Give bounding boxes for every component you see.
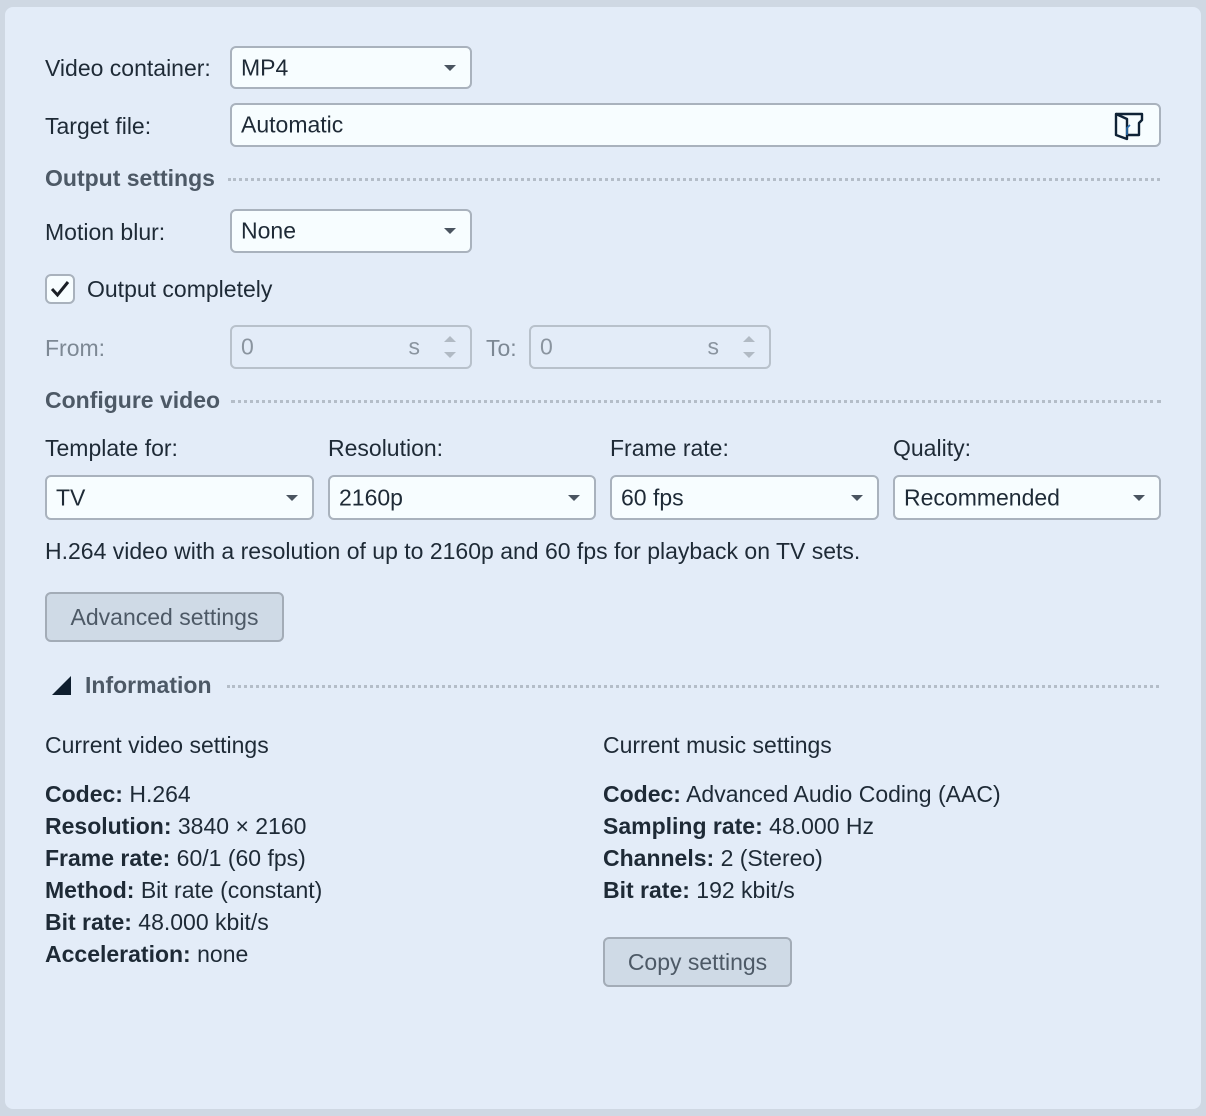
- info-row: Codec: H.264: [45, 781, 191, 808]
- info-value: 48.000 kbit/s: [138, 909, 269, 935]
- from-unit: s: [408, 333, 421, 360]
- info-value: Bit rate (constant): [140, 877, 323, 903]
- from-value: 0: [241, 333, 254, 360]
- info-value: 2 (Stereo): [720, 845, 823, 871]
- quality-label: Quality:: [893, 435, 971, 461]
- info-row: Bit rate: 48.000 kbit/s: [45, 909, 269, 936]
- info-value: none: [197, 941, 249, 967]
- motion-blur-label: Motion blur:: [45, 219, 166, 245]
- chevron-down-icon: [444, 228, 456, 234]
- template-description: H.264 video with a resolution of up to 2…: [45, 538, 861, 564]
- info-key: Acceleration:: [45, 941, 191, 967]
- folder-open-icon[interactable]: [1113, 110, 1145, 148]
- info-key: Sampling rate:: [603, 813, 763, 839]
- from-spinbox[interactable]: 0 s: [230, 325, 472, 369]
- info-row: Frame rate: 60/1 (60 fps): [45, 845, 306, 872]
- frame-rate-value: 60 fps: [621, 484, 684, 510]
- music-settings-heading: Current music settings: [603, 732, 832, 758]
- checkmark-icon: [50, 281, 70, 298]
- info-key: Method:: [45, 877, 135, 903]
- motion-blur-select[interactable]: None: [230, 209, 472, 253]
- frame-rate-label: Frame rate:: [610, 435, 729, 461]
- spin-down-icon[interactable]: [444, 352, 456, 358]
- chevron-down-icon: [1133, 494, 1145, 501]
- info-value: 48.000 Hz: [769, 813, 875, 839]
- chevron-down-icon: [286, 494, 298, 501]
- target-file-field[interactable]: Automatic: [230, 103, 1161, 147]
- template-for-select[interactable]: TV: [45, 475, 314, 520]
- resolution-value: 2160p: [339, 484, 403, 510]
- motion-blur-value: None: [241, 217, 296, 244]
- spin-up-icon[interactable]: [444, 336, 456, 342]
- info-row: Acceleration: none: [45, 941, 248, 968]
- from-label: From:: [45, 335, 106, 361]
- to-unit: s: [707, 333, 720, 360]
- info-key: Bit rate:: [45, 909, 132, 935]
- video-settings-heading: Current video settings: [45, 732, 269, 758]
- to-spinbox[interactable]: 0 s: [529, 325, 771, 369]
- info-key: Channels:: [603, 845, 715, 871]
- to-value: 0: [540, 333, 553, 360]
- info-row: Sampling rate: 48.000 Hz: [603, 813, 874, 840]
- output-settings-title: Output settings: [45, 165, 215, 191]
- configure-video-title: Configure video: [45, 387, 221, 413]
- target-file-label: Target file:: [45, 113, 152, 139]
- video-container-value: MP4: [241, 54, 289, 80]
- output-completely-label[interactable]: Output completely: [87, 276, 272, 303]
- chevron-down-icon: [568, 494, 580, 501]
- spin-up-icon[interactable]: [743, 336, 755, 342]
- target-file-value: Automatic: [241, 111, 344, 138]
- video-container-select[interactable]: MP4: [230, 46, 472, 89]
- info-key: Frame rate:: [45, 845, 171, 871]
- info-row: Method: Bit rate (constant): [45, 877, 322, 904]
- information-title[interactable]: Information: [85, 672, 212, 699]
- info-row: Channels: 2 (Stereo): [603, 845, 823, 872]
- quality-select[interactable]: Recommended: [893, 475, 1161, 520]
- copy-settings-button[interactable]: Copy settings: [603, 937, 792, 987]
- info-row: Resolution: 3840 × 2160: [45, 813, 306, 840]
- video-container-label: Video container:: [45, 55, 211, 81]
- frame-rate-select[interactable]: 60 fps: [610, 475, 879, 520]
- section-divider: [231, 400, 1161, 403]
- info-key: Codec:: [45, 781, 123, 807]
- chevron-down-icon: [444, 64, 456, 71]
- info-key: Bit rate:: [603, 877, 690, 903]
- section-divider: [227, 685, 1159, 688]
- collapse-triangle-icon[interactable]: [52, 676, 71, 695]
- advanced-settings-button[interactable]: Advanced settings: [45, 592, 284, 642]
- info-value: Advanced Audio Coding (AAC): [686, 781, 1001, 807]
- to-label: To:: [486, 335, 517, 361]
- output-completely-checkbox[interactable]: [45, 274, 75, 304]
- resolution-select[interactable]: 2160p: [328, 475, 596, 520]
- info-value: 192 kbit/s: [696, 877, 795, 903]
- chevron-down-icon: [851, 494, 863, 501]
- quality-value: Recommended: [904, 484, 1060, 510]
- info-row: Bit rate: 192 kbit/s: [603, 877, 795, 904]
- template-for-value: TV: [56, 484, 86, 510]
- info-value: H.264: [129, 781, 191, 807]
- spin-down-icon[interactable]: [743, 352, 755, 358]
- info-key: Resolution:: [45, 813, 172, 839]
- info-row: Codec: Advanced Audio Coding (AAC): [603, 781, 1001, 808]
- section-divider: [228, 178, 1160, 181]
- info-key: Codec:: [603, 781, 681, 807]
- resolution-label: Resolution:: [328, 435, 444, 461]
- info-value: 3840 × 2160: [177, 813, 307, 839]
- info-value: 60/1 (60 fps): [176, 845, 306, 871]
- template-for-label: Template for:: [45, 435, 178, 461]
